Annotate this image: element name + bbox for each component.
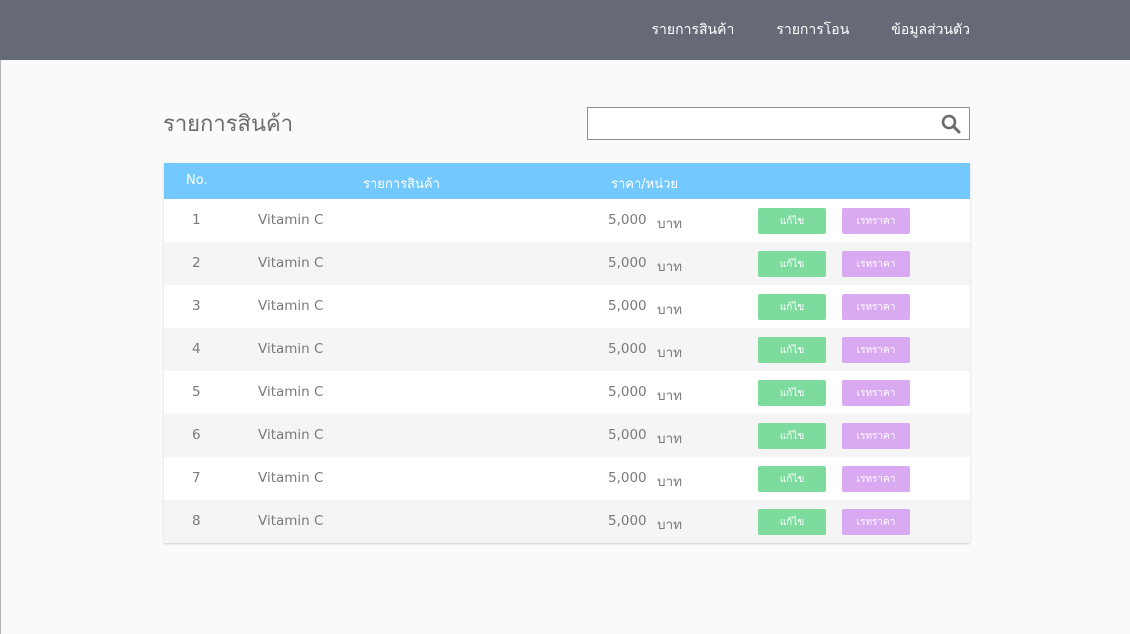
edit-button[interactable]: แก้ไข [758,509,826,535]
price-unit: บาท [657,345,683,361]
edit-button[interactable]: แก้ไข [758,208,826,234]
edit-button[interactable]: แก้ไข [758,251,826,277]
table-row: 2 Vitamin C 5,000 บาท แก้ไข เรทราคา [164,242,970,285]
search-box [587,107,970,140]
product-name: Vitamin C [258,427,324,443]
edit-button[interactable]: แก้ไข [758,466,826,492]
product-price: 5,000 [608,513,647,529]
header-product: รายการสินค้า [363,177,440,192]
price-unit: บาท [657,431,683,447]
page-title: รายการสินค้า [163,112,294,137]
product-name: Vitamin C [258,513,324,529]
main-nav: รายการสินค้า รายการโอน ข้อมูลส่วนตัว [652,0,970,60]
product-name: Vitamin C [258,255,324,271]
product-price: 5,000 [608,470,647,486]
header-no: No. [186,173,208,188]
price-unit: บาท [657,259,683,275]
table-row: 5 Vitamin C 5,000 บาท แก้ไข เรทราคา [164,371,970,414]
price-unit: บาท [657,388,683,404]
product-name: Vitamin C [258,212,324,228]
price-rate-button[interactable]: เรทราคา [842,294,910,320]
table-row: 1 Vitamin C 5,000 บาท แก้ไข เรทราคา [164,199,970,242]
product-price: 5,000 [608,427,647,443]
product-price: 5,000 [608,384,647,400]
nav-item-transfers[interactable]: รายการโอน [776,19,849,41]
nav-item-profile[interactable]: ข้อมูลส่วนตัว [891,19,970,41]
row-number: 8 [192,513,201,529]
top-navbar: รายการสินค้า รายการโอน ข้อมูลส่วนตัว [0,0,1130,60]
table-row: 3 Vitamin C 5,000 บาท แก้ไข เรทราคา [164,285,970,328]
price-unit: บาท [657,216,683,232]
price-rate-button[interactable]: เรทราคา [842,208,910,234]
row-number: 4 [192,341,201,357]
row-number: 6 [192,427,201,443]
product-price: 5,000 [608,298,647,314]
table-row: 8 Vitamin C 5,000 บาท แก้ไข เรทราคา [164,500,970,543]
table-row: 4 Vitamin C 5,000 บาท แก้ไข เรทราคา [164,328,970,371]
price-unit: บาท [657,474,683,490]
product-price: 5,000 [608,341,647,357]
product-name: Vitamin C [258,341,324,357]
product-price: 5,000 [608,212,647,228]
table-row: 6 Vitamin C 5,000 บาท แก้ไข เรทราคา [164,414,970,457]
product-price: 5,000 [608,255,647,271]
edit-button[interactable]: แก้ไข [758,380,826,406]
price-rate-button[interactable]: เรทราคา [842,423,910,449]
price-rate-button[interactable]: เรทราคา [842,337,910,363]
search-input[interactable] [588,108,933,139]
nav-item-products[interactable]: รายการสินค้า [652,19,735,41]
row-number: 5 [192,384,201,400]
price-rate-button[interactable]: เรทราคา [842,251,910,277]
edit-button[interactable]: แก้ไข [758,294,826,320]
product-table: No. รายการสินค้า ราคา/หน่วย 1 Vitamin C … [164,163,970,543]
row-number: 7 [192,470,201,486]
header-price: ราคา/หน่วย [611,177,679,192]
product-name: Vitamin C [258,470,324,486]
price-rate-button[interactable]: เรทราคา [842,466,910,492]
edit-button[interactable]: แก้ไข [758,337,826,363]
product-name: Vitamin C [258,298,324,314]
table-header: No. รายการสินค้า ราคา/หน่วย [164,163,970,199]
product-name: Vitamin C [258,384,324,400]
price-unit: บาท [657,302,683,318]
table-body: 1 Vitamin C 5,000 บาท แก้ไข เรทราคา 2 Vi… [164,199,970,543]
row-number: 1 [192,212,201,228]
price-rate-button[interactable]: เรทราคา [842,380,910,406]
search-icon[interactable] [941,114,961,134]
price-unit: บาท [657,517,683,533]
table-row: 7 Vitamin C 5,000 บาท แก้ไข เรทราคา [164,457,970,500]
price-rate-button[interactable]: เรทราคา [842,509,910,535]
row-number: 3 [192,298,201,314]
row-number: 2 [192,255,201,271]
edit-button[interactable]: แก้ไข [758,423,826,449]
